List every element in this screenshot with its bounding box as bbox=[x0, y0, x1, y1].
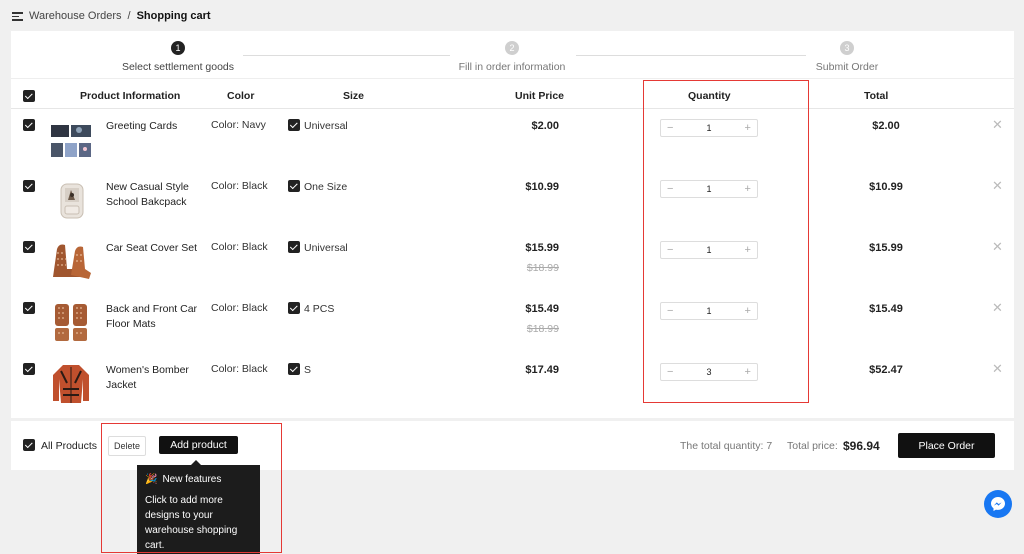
unit-price: $10.99 bbox=[525, 181, 559, 193]
quantity-column-highlight bbox=[643, 80, 809, 403]
product-name[interactable]: Car Seat Cover Set bbox=[106, 241, 201, 256]
table-row: Car Seat Cover Set Color: Black Universa… bbox=[11, 233, 1014, 294]
product-color: Color: Black bbox=[211, 180, 268, 192]
original-price: $18.99 bbox=[526, 323, 559, 335]
row-total: $15.49 bbox=[869, 303, 903, 315]
header-size: Size bbox=[343, 90, 365, 102]
row-total: $2.00 bbox=[872, 120, 900, 132]
size-checkbox[interactable] bbox=[288, 241, 300, 253]
breadcrumb-warehouse-orders[interactable]: Warehouse Orders bbox=[29, 10, 122, 22]
unit-price: $15.99 bbox=[525, 242, 559, 254]
unit-price: $15.49 bbox=[525, 303, 559, 315]
product-name[interactable]: New Casual Style School Bakcpack bbox=[106, 180, 201, 210]
step-2: 2 Fill in order information bbox=[432, 41, 592, 73]
product-color: Color: Black bbox=[211, 302, 268, 314]
close-icon[interactable]: ✕ bbox=[992, 117, 1003, 133]
step-connector bbox=[243, 55, 450, 56]
product-name[interactable]: Greeting Cards bbox=[106, 119, 201, 134]
product-color: Color: Navy bbox=[211, 119, 266, 131]
product-size: S bbox=[304, 364, 312, 376]
step-number: 3 bbox=[840, 41, 854, 55]
total-price-value: $96.94 bbox=[843, 439, 880, 453]
unit-price: $17.49 bbox=[525, 364, 559, 376]
row-total: $10.99 bbox=[869, 181, 903, 193]
size-checkbox[interactable] bbox=[288, 180, 300, 192]
product-size: One Size bbox=[304, 181, 348, 193]
row-checkbox[interactable] bbox=[23, 119, 35, 131]
product-color: Color: Black bbox=[211, 241, 268, 253]
cart-panel: 1 Select settlement goods 2 Fill in orde… bbox=[11, 31, 1014, 418]
place-order-button[interactable]: Place Order bbox=[898, 433, 995, 458]
header-product: Product Information bbox=[80, 90, 181, 102]
total-quantity: The total quantity: 7 bbox=[680, 440, 773, 452]
all-products-checkbox[interactable] bbox=[23, 439, 35, 451]
all-products-label[interactable]: All Products bbox=[41, 440, 97, 452]
close-icon[interactable]: ✕ bbox=[992, 361, 1003, 377]
header-unit-price: Unit Price bbox=[515, 90, 565, 102]
header-total: Total bbox=[864, 90, 889, 102]
table-row: Back and Front Car Floor Mats Color: Bla… bbox=[11, 294, 1014, 355]
select-all-checkbox[interactable] bbox=[23, 90, 35, 102]
step-label: Submit Order bbox=[815, 61, 879, 73]
product-size: Universal bbox=[304, 242, 348, 254]
step-label: Fill in order information bbox=[458, 61, 566, 73]
messenger-icon bbox=[991, 497, 1005, 511]
close-icon[interactable]: ✕ bbox=[992, 239, 1003, 255]
header-color: Color bbox=[227, 90, 255, 102]
breadcrumb-current: Shopping cart bbox=[136, 10, 211, 22]
close-icon[interactable]: ✕ bbox=[992, 178, 1003, 194]
size-checkbox[interactable] bbox=[288, 302, 300, 314]
row-checkbox[interactable] bbox=[23, 363, 35, 375]
menu-icon[interactable] bbox=[12, 11, 23, 21]
row-total: $15.99 bbox=[869, 242, 903, 254]
breadcrumb: Warehouse Orders / Shopping cart bbox=[12, 9, 211, 23]
product-size: Universal bbox=[304, 120, 348, 132]
product-thumbnail-bomber-jacket[interactable] bbox=[49, 361, 93, 405]
row-total: $52.47 bbox=[869, 364, 903, 376]
product-thumbnail-seat-cover[interactable] bbox=[49, 239, 93, 283]
breadcrumb-separator: / bbox=[127, 10, 131, 22]
product-name[interactable]: Back and Front Car Floor Mats bbox=[106, 302, 201, 332]
table-row: Women's Bomber Jacket Color: Black S $17… bbox=[11, 355, 1014, 416]
total-price-label: Total price: bbox=[787, 440, 838, 452]
product-thumbnail-floor-mats[interactable] bbox=[49, 300, 93, 344]
table-row: Greeting Cards Color: Navy Universal $2.… bbox=[11, 111, 1014, 172]
progress-steps: 1 Select settlement goods 2 Fill in orde… bbox=[11, 31, 1014, 79]
row-checkbox[interactable] bbox=[23, 180, 35, 192]
product-color: Color: Black bbox=[211, 363, 268, 375]
messenger-chat-button[interactable] bbox=[984, 490, 1012, 518]
step-label: Select settlement goods bbox=[121, 61, 235, 73]
step-1: 1 Select settlement goods bbox=[98, 41, 258, 73]
row-checkbox[interactable] bbox=[23, 241, 35, 253]
unit-price: $2.00 bbox=[531, 120, 559, 132]
step-number: 1 bbox=[171, 41, 185, 55]
product-name[interactable]: Women's Bomber Jacket bbox=[106, 363, 201, 393]
original-price: $18.99 bbox=[526, 262, 559, 274]
close-icon[interactable]: ✕ bbox=[992, 300, 1003, 316]
add-product-highlight bbox=[101, 423, 282, 553]
step-number: 2 bbox=[505, 41, 519, 55]
table-row: New Casual Style School Bakcpack Color: … bbox=[11, 172, 1014, 233]
table-header: Product Information Color Size Unit Pric… bbox=[11, 83, 1014, 109]
size-checkbox[interactable] bbox=[288, 119, 300, 131]
product-size: 4 PCS bbox=[304, 303, 335, 315]
size-checkbox[interactable] bbox=[288, 363, 300, 375]
product-thumbnail-greeting-cards[interactable] bbox=[49, 117, 93, 161]
step-3: 3 Submit Order bbox=[767, 41, 927, 73]
row-checkbox[interactable] bbox=[23, 302, 35, 314]
product-thumbnail-backpack[interactable] bbox=[49, 178, 93, 222]
